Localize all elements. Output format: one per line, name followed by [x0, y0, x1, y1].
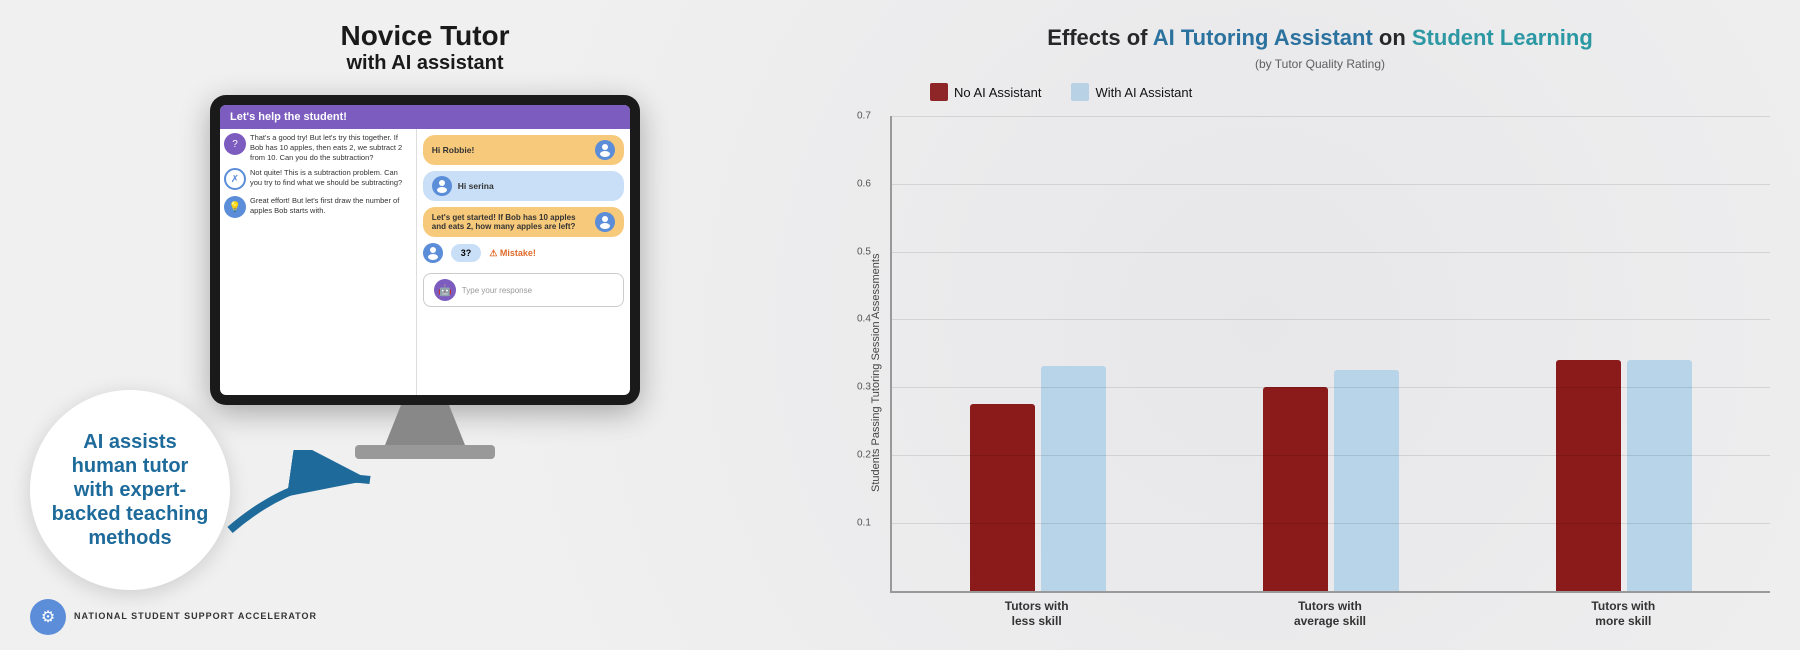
monitor: Let's help the student! ? That's a good …	[210, 95, 640, 405]
monitor-screen: Let's help the student! ? That's a good …	[220, 105, 630, 395]
legend-box-blue	[1071, 83, 1089, 101]
chart-legend: No AI Assistant With AI Assistant	[930, 83, 1770, 101]
bar-with-ai-0	[1041, 366, 1106, 590]
novice-tutor-title: Novice Tutor with AI assistant	[340, 20, 509, 75]
title-ai: AI Tutoring Assistant	[1153, 25, 1373, 50]
screen-body: ? That's a good try! But let's try this …	[220, 129, 630, 395]
chart-title-container: Effects of AI Tutoring Assistant on Stud…	[870, 25, 1770, 51]
input-placeholder: Type your response	[462, 286, 532, 295]
bar-no-ai-2	[1556, 360, 1621, 591]
bar-group-1	[1185, 370, 1478, 591]
answer-bubble: 3?	[451, 244, 482, 262]
bar-with-ai-2	[1627, 360, 1692, 591]
chart-area: Students Passing Tutoring Session Assess…	[870, 116, 1770, 630]
right-chat: Hi Robbie! Hi serina	[417, 129, 630, 395]
logo-text: National Student Support Accelerator	[74, 611, 317, 623]
title-student: Student Learning	[1412, 25, 1593, 50]
chat-item-3: 💡 Great effort! But let's first draw the…	[224, 196, 412, 218]
x-label-0: Tutors withless skill	[890, 599, 1183, 630]
chat-icon-2: ✗	[224, 168, 246, 190]
circle-text-container: AI assists human tutor with expert-backe…	[30, 390, 230, 590]
person-icon-2	[432, 176, 452, 196]
input-area[interactable]: 🤖 Type your response	[423, 273, 624, 307]
screen-header: Let's help the student!	[220, 105, 630, 129]
title-part1: Effects of	[1047, 25, 1153, 50]
chat-item-2: ✗ Not quite! This is a subtraction probl…	[224, 168, 412, 190]
bubble-hi-serina: Hi serina	[423, 171, 624, 201]
chart-subtitle: (by Tutor Quality Rating)	[870, 57, 1770, 71]
legend-box-red	[930, 83, 948, 101]
main-container: Novice Tutor with AI assistant Let's hel…	[0, 0, 1800, 650]
bar-group-0	[892, 366, 1185, 590]
chart-title: Effects of AI Tutoring Assistant on Stud…	[1047, 25, 1593, 50]
right-panel: Effects of AI Tutoring Assistant on Stud…	[850, 0, 1800, 650]
person-icon-4	[423, 243, 443, 263]
chat-text-1: That's a good try! But let's try this to…	[250, 133, 412, 162]
y-axis-label: Students Passing Tutoring Session Assess…	[870, 116, 882, 630]
logo-icon: ⚙	[30, 599, 66, 635]
chat-icon-3: 💡	[224, 196, 246, 218]
arrow-container	[220, 450, 380, 555]
page-title-sub: with AI assistant	[340, 52, 509, 75]
logo-area: ⚙ National Student Support Accelerator	[30, 599, 317, 635]
bubble-question: Let's get started! If Bob has 10 apples …	[423, 207, 624, 237]
bars-container: 0.70.60.50.40.30.20.1	[890, 116, 1770, 593]
chat-text-3: Great effort! But let's first draw the n…	[250, 196, 412, 216]
x-labels: Tutors withless skillTutors withaverage …	[890, 599, 1770, 630]
x-label-2: Tutors withmore skill	[1477, 599, 1770, 630]
left-panel: Novice Tutor with AI assistant Let's hel…	[0, 0, 850, 650]
left-chat: ? That's a good try! But let's try this …	[220, 129, 417, 395]
title-part2: on	[1373, 25, 1412, 50]
person-icon-3	[595, 212, 615, 232]
monitor-wrapper: Let's help the student! ? That's a good …	[210, 95, 640, 459]
legend-no-ai: No AI Assistant	[930, 83, 1041, 101]
bubble-text-3: Let's get started! If Bob has 10 apples …	[432, 213, 589, 231]
bar-group-2	[1477, 360, 1770, 591]
chart-content: 0.70.60.50.40.30.20.1 Tutors withless sk…	[890, 116, 1770, 630]
chat-icon-1: ?	[224, 133, 246, 155]
chat-text-2: Not quite! This is a subtraction problem…	[250, 168, 412, 188]
legend-label-with-ai: With AI Assistant	[1095, 85, 1192, 100]
x-label-1: Tutors withaverage skill	[1183, 599, 1476, 630]
circle-text-inner: AI assists human tutor with expert-backe…	[30, 410, 230, 570]
bubble-hi-robbie: Hi Robbie!	[423, 135, 624, 165]
mistake-row: 3? ⚠ Mistake!	[423, 243, 624, 263]
monitor-stand	[385, 405, 465, 445]
arrow-svg	[220, 450, 380, 550]
legend-with-ai: With AI Assistant	[1071, 83, 1192, 101]
bar-no-ai-0	[970, 404, 1035, 591]
person-icon-1	[595, 140, 615, 160]
bar-with-ai-1	[1334, 370, 1399, 591]
bubble-text-1: Hi Robbie!	[432, 145, 589, 155]
page-title-main: Novice Tutor	[340, 20, 509, 52]
chat-item-1: ? That's a good try! But let's try this …	[224, 133, 412, 162]
bar-no-ai-1	[1263, 387, 1328, 591]
mistake-label: ⚠ Mistake!	[489, 248, 536, 259]
bot-icon: 🤖	[434, 279, 456, 301]
bubble-text-2: Hi serina	[458, 181, 615, 191]
legend-label-no-ai: No AI Assistant	[954, 85, 1041, 100]
